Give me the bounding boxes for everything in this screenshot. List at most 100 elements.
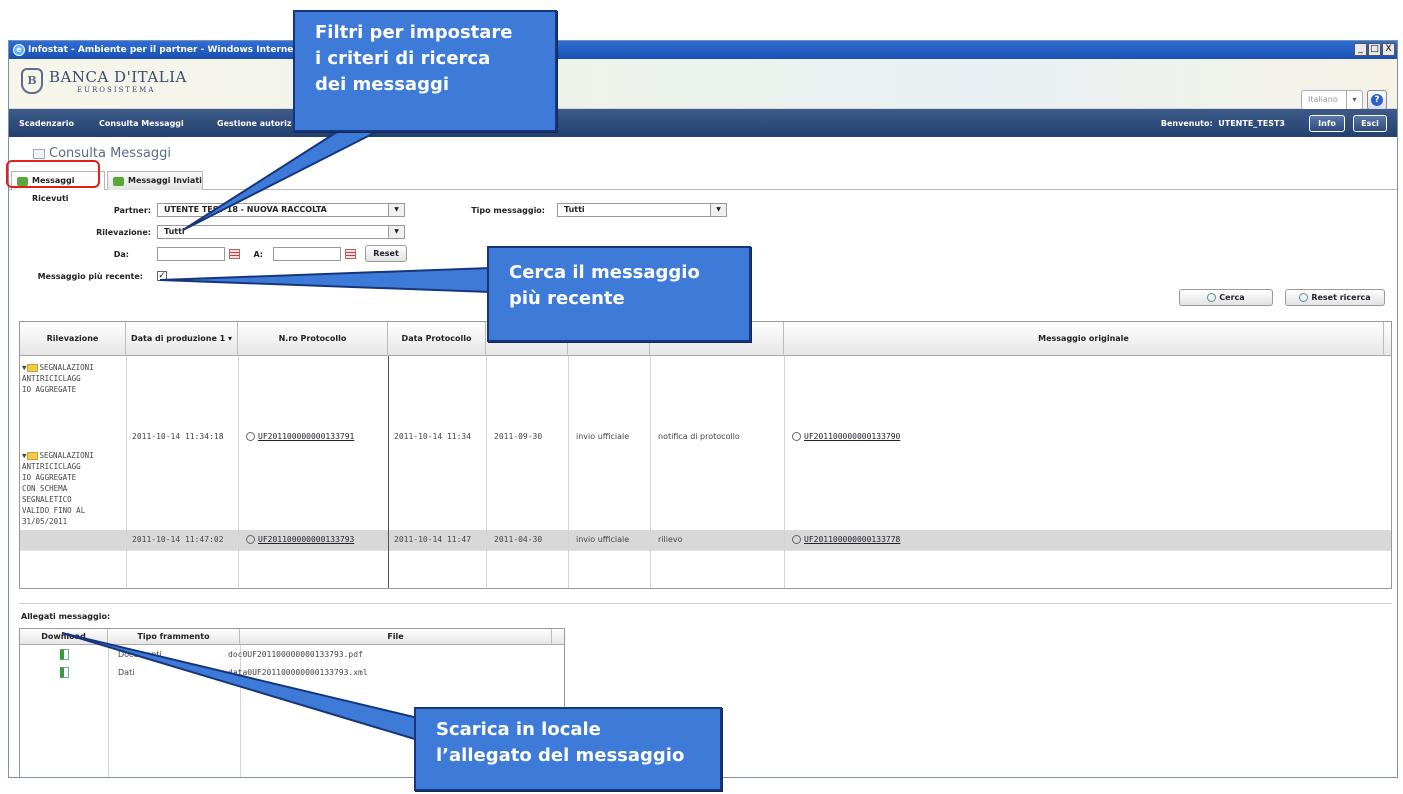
help-button[interactable]: ? <box>1367 90 1387 110</box>
data-protocollo-cell: 2011-10-14 11:34 <box>394 432 472 441</box>
nav-item-scadenzario[interactable]: Scadenzario <box>19 119 74 128</box>
close-button[interactable]: X <box>1382 43 1395 56</box>
tipo-messaggio-cell: rilievo <box>658 535 683 544</box>
language-select[interactable]: Italiano ▾ <box>1301 90 1363 110</box>
rilevazione-select[interactable]: Tutti ▼ <box>157 225 405 239</box>
chevron-down-icon: ▼ <box>710 204 726 216</box>
header-banner: B BANCA D'ITALIA EUROSISTEMA Italiano ▾ … <box>9 59 1397 110</box>
callout-recente: Cerca il messaggio più recente <box>487 246 751 342</box>
nav-item-gestione-autorizzazioni[interactable]: Gestione autoriz <box>217 119 291 128</box>
col-data-produzione[interactable]: Data di produzione 1 ▾ <box>126 322 238 356</box>
tipo-messaggio-cell: notifica di protocollo <box>658 432 740 441</box>
a-label: A: <box>253 250 263 259</box>
col-download[interactable]: Download <box>20 629 108 645</box>
tipo-messaggio-label: Tipo messaggio: <box>471 206 545 215</box>
row-divider <box>20 550 1391 551</box>
col-file[interactable]: File <box>240 629 552 645</box>
language-value: Italiano <box>1308 95 1338 104</box>
tipo-invio-cell: invio ufficiale <box>576 535 630 544</box>
col-divider <box>240 645 241 777</box>
tree-group[interactable]: ▼ SEGNALAZIONI ANTIRICICLAGG IO AGGREGATE… <box>22 450 126 527</box>
data-riferimento-cell: 2011-04-30 <box>494 535 543 544</box>
reset-search-icon <box>1299 293 1309 302</box>
callout-filtri: Filtri per impostare i criteri di ricerc… <box>293 10 557 132</box>
col-rilevazione[interactable]: Rilevazione <box>20 322 126 356</box>
chevron-down-icon: ▾ <box>1346 91 1362 109</box>
col-messaggio-originale[interactable]: Messaggio originale <box>784 322 1384 356</box>
download-icon[interactable] <box>60 667 69 678</box>
maximize-button[interactable]: □ <box>1368 43 1381 56</box>
tab-highlight-box <box>6 160 100 188</box>
col-divider <box>784 356 785 588</box>
col-divider <box>568 356 569 588</box>
messaggio-recente-label: Messaggio più recente: <box>37 272 143 281</box>
col-tipo-frammento[interactable]: Tipo frammento <box>108 629 240 645</box>
partner-select[interactable]: UTENTE TEST 18 - NUOVA RACCOLTA ▼ <box>157 203 405 217</box>
page-title: Consulta Messaggi <box>33 146 171 161</box>
col-divider <box>486 356 487 588</box>
da-date-input[interactable] <box>157 247 225 261</box>
col-divider <box>108 645 109 777</box>
protocollo-cell[interactable]: UF201100000000133791 <box>246 432 354 441</box>
data-produzione-cell: 2011-10-14 11:34:18 <box>132 432 224 441</box>
tipo-frammento-cell: Documenti <box>118 650 162 659</box>
nav-item-consulta-messaggi[interactable]: Consulta Messaggi <box>99 119 184 128</box>
chevron-down-icon: ▼ <box>388 226 404 238</box>
col-numero-protocollo[interactable]: N.ro Protocollo <box>238 322 388 356</box>
tab-messaggi-inviati[interactable]: Messaggi Inviati <box>107 171 203 190</box>
col-data-protocollo[interactable]: Data Protocollo <box>388 322 486 356</box>
chevron-down-icon: ▼ <box>388 204 404 216</box>
welcome-text: Benvenuto: UTENTE_TEST3 <box>1160 119 1285 128</box>
tree-group[interactable]: ▼ SEGNALAZIONI ANTIRICICLAGG IO AGGREGATE <box>22 362 126 395</box>
search-icon <box>1207 293 1217 302</box>
folder-icon <box>26 452 38 460</box>
calendar-icon[interactable] <box>345 249 356 259</box>
messaggio-recente-checkbox[interactable]: ✓ <box>157 271 167 281</box>
cerca-button[interactable]: Cerca <box>1179 289 1273 306</box>
logo-sub-text: EUROSISTEMA <box>77 86 156 94</box>
da-label: Da: <box>113 250 129 259</box>
search-icon[interactable] <box>792 432 801 441</box>
bank-logo: B BANCA D'ITALIA EUROSISTEMA <box>21 68 187 94</box>
col-divider <box>126 356 127 588</box>
rilevazione-label: Rilevazione: <box>96 228 151 237</box>
data-protocollo-cell: 2011-10-14 11:47 <box>394 535 472 544</box>
attachments-title: Allegati messaggio: <box>21 612 111 621</box>
search-icon[interactable] <box>792 535 801 544</box>
reset-dates-button[interactable]: Reset <box>365 245 407 262</box>
messages-icon <box>33 148 45 159</box>
messages-grid: Rilevazione Data di produzione 1 ▾ N.ro … <box>19 321 1392 589</box>
a-date-input[interactable] <box>273 247 341 261</box>
file-cell[interactable]: data0UF201100000000133793.xml <box>228 668 368 677</box>
reset-ricerca-button[interactable]: Reset ricerca <box>1285 289 1385 306</box>
download-icon[interactable] <box>60 649 69 660</box>
ie-icon: e <box>13 44 25 56</box>
logo-main-text: BANCA D'ITALIA <box>49 68 187 86</box>
user-name: UTENTE_TEST3 <box>1218 119 1285 128</box>
bank-logo-icon: B <box>21 68 43 94</box>
callout-scarica: Scarica in locale l’allegato del messagg… <box>414 707 722 791</box>
tipo-messaggio-select[interactable]: Tutti ▼ <box>557 203 727 217</box>
main-navbar: Scadenzario Consulta Messaggi Gestione a… <box>9 109 1397 137</box>
col-divider <box>650 356 651 588</box>
selected-row-highlight <box>20 530 1391 550</box>
col-divider <box>388 356 389 588</box>
minimize-button[interactable]: _ <box>1354 43 1367 56</box>
browser-window: e Infostat - Ambiente per il partner - W… <box>8 40 1398 778</box>
calendar-icon[interactable] <box>229 249 240 259</box>
data-produzione-cell: 2011-10-14 11:47:02 <box>132 535 224 544</box>
attachments-header: Download Tipo frammento File <box>20 629 564 645</box>
file-cell[interactable]: doc0UF201100000000133793.pdf <box>228 650 363 659</box>
exit-button[interactable]: Esci <box>1353 115 1387 132</box>
search-icon[interactable] <box>246 432 255 441</box>
col-divider <box>238 356 239 588</box>
messaggio-originale-cell[interactable]: UF201100000000133790 <box>792 432 900 441</box>
protocollo-cell[interactable]: UF201100000000133793 <box>246 535 354 544</box>
messaggio-originale-cell[interactable]: UF201100000000133778 <box>792 535 900 544</box>
search-icon[interactable] <box>246 535 255 544</box>
info-button[interactable]: Info <box>1309 115 1345 132</box>
tipo-frammento-cell: Dati <box>118 668 135 677</box>
data-riferimento-cell: 2011-09-30 <box>494 432 543 441</box>
tipo-invio-cell: invio ufficiale <box>576 432 630 441</box>
title-bar: e Infostat - Ambiente per il partner - W… <box>9 41 1397 59</box>
